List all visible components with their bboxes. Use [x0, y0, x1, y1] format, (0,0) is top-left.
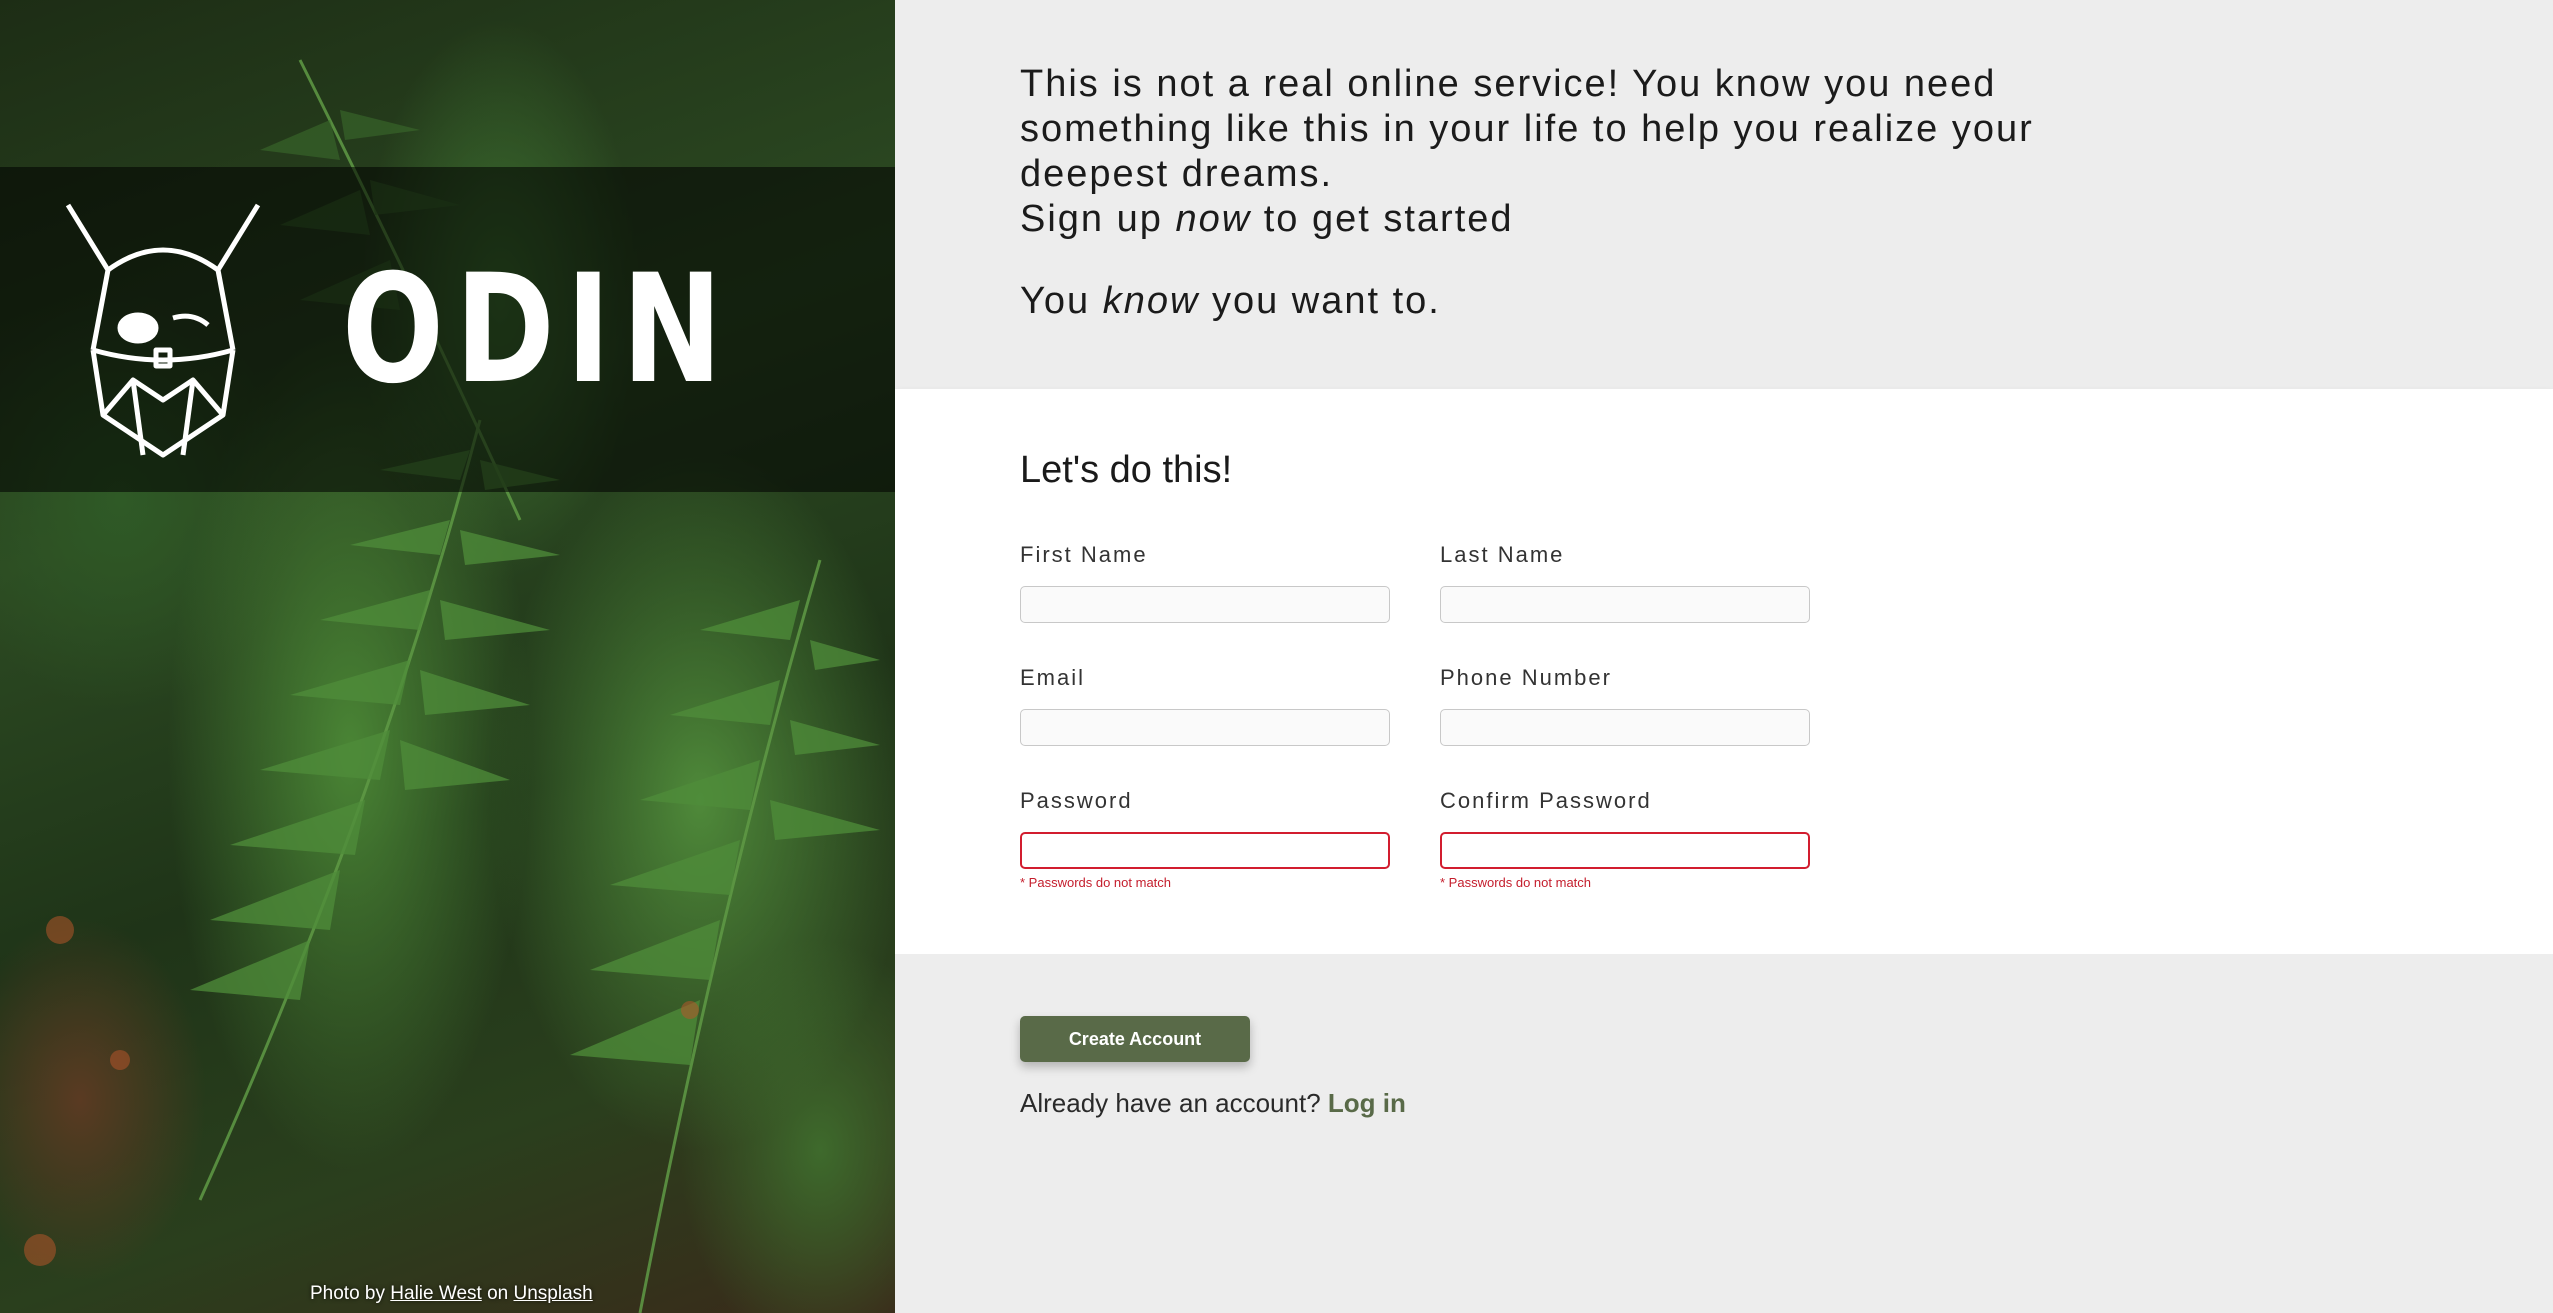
credit-source-link[interactable]: Unsplash — [514, 1283, 593, 1304]
confirm-password-field: Confirm Password * Passwords do not matc… — [1440, 788, 1810, 911]
create-account-button[interactable]: Create Account — [1020, 1016, 1250, 1062]
first-name-field: First Name — [1020, 542, 1390, 665]
phone-input[interactable] — [1440, 709, 1810, 746]
login-prompt: Already have an account? Log in — [1020, 1088, 2553, 1119]
last-name-label: Last Name — [1440, 542, 1565, 567]
hero-image-panel: ODIN Photo by Halie West on Unsplash — [0, 0, 895, 1313]
content-panel: This is not a real online service! You k… — [895, 0, 2553, 1313]
intro-line-3-emphasis: know — [1102, 280, 1200, 322]
signup-form: First Name Last Name Email Phone Number … — [1020, 542, 2553, 911]
viking-head-icon — [65, 203, 260, 457]
intro-text-secondary: You know you want to. — [1020, 279, 2120, 324]
intro-line-2-start: Sign up — [1020, 198, 1176, 240]
intro-line-1: This is not a real online service! You k… — [1020, 63, 2034, 195]
email-field: Email — [1020, 665, 1390, 788]
intro-line-3-end: you want to. — [1199, 280, 1441, 322]
actions-section: Create Account Already have an account? … — [895, 954, 2553, 1313]
first-name-input[interactable] — [1020, 586, 1390, 623]
last-name-input[interactable] — [1440, 586, 1810, 623]
login-link[interactable]: Log in — [1328, 1088, 1406, 1118]
logo-banner: ODIN — [0, 167, 895, 492]
password-label: Password — [1020, 788, 1133, 813]
phone-label: Phone Number — [1440, 665, 1612, 690]
confirm-password-input[interactable] — [1440, 832, 1810, 869]
password-input[interactable] — [1020, 832, 1390, 869]
password-field: Password * Passwords do not match — [1020, 788, 1390, 911]
last-name-field: Last Name — [1440, 542, 1810, 665]
intro-line-3-start: You — [1020, 280, 1103, 322]
phone-field: Phone Number — [1440, 665, 1810, 788]
intro-section: This is not a real online service! You k… — [895, 0, 2553, 389]
login-prompt-text: Already have an account? — [1020, 1088, 1321, 1118]
first-name-label: First Name — [1020, 542, 1148, 567]
confirm-password-label: Confirm Password — [1440, 788, 1652, 813]
credit-prefix: Photo by — [310, 1283, 385, 1304]
intro-text: This is not a real online service! You k… — [1020, 62, 2120, 242]
intro-line-2-end: to get started — [1251, 198, 1514, 240]
credit-author-link[interactable]: Halie West — [390, 1283, 482, 1304]
email-label: Email — [1020, 665, 1086, 690]
intro-line-2-emphasis: now — [1175, 198, 1252, 240]
credit-middle: on — [487, 1283, 509, 1304]
confirm-password-error: * Passwords do not match — [1440, 875, 1592, 890]
logo-wordmark: ODIN — [341, 242, 734, 417]
signup-form-section: Let's do this! First Name Last Name Emai… — [895, 389, 2553, 954]
email-input[interactable] — [1020, 709, 1390, 746]
photo-credit: Photo by Halie West on Unsplash — [310, 1283, 593, 1305]
signup-page: ODIN Photo by Halie West on Unsplash Thi… — [0, 0, 2553, 1313]
form-title: Let's do this! — [1020, 449, 1233, 491]
password-error: * Passwords do not match — [1020, 875, 1172, 890]
